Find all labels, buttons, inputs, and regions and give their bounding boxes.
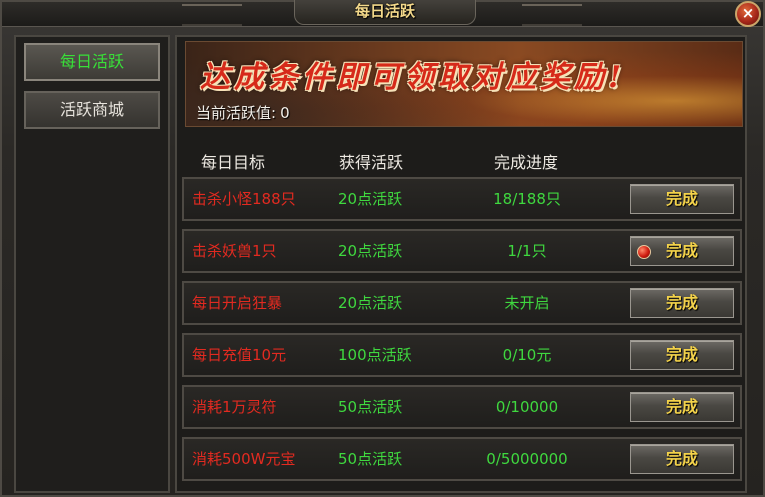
- task-row: 消耗500W元宝 50点活跃 0/5000000 完成: [182, 437, 742, 481]
- complete-button[interactable]: 完成: [630, 340, 734, 370]
- task-goal: 每日开启狂暴: [192, 294, 283, 312]
- tab-label: 活跃商城: [59, 100, 124, 119]
- daily-activity-window: 每日活跃 × 每日活跃 活跃商城 达成条件即可领取对应奖励! 当前活跃值: 0 每…: [0, 0, 765, 497]
- tab-daily-activity[interactable]: 每日活跃: [24, 43, 160, 81]
- task-goal: 击杀妖兽1只: [192, 242, 277, 260]
- task-reward: 50点活跃: [338, 398, 403, 416]
- header-reward: 获得活跃: [339, 153, 404, 172]
- reward-banner: 达成条件即可领取对应奖励! 当前活跃值: 0: [185, 41, 743, 127]
- complete-button-label: 完成: [665, 189, 698, 208]
- task-goal: 击杀小怪188只: [192, 190, 296, 208]
- current-activity: 当前活跃值: 0: [196, 102, 290, 123]
- task-reward: 100点活跃: [338, 346, 412, 364]
- tab-label: 每日活跃: [59, 52, 124, 71]
- task-progress: 未开启: [504, 294, 550, 312]
- close-button[interactable]: ×: [735, 1, 761, 27]
- task-reward: 20点活跃: [338, 190, 403, 208]
- title-plate: 每日活跃: [294, 0, 476, 25]
- complete-button-label: 完成: [665, 449, 698, 468]
- title-bar: 每日活跃: [2, 0, 763, 27]
- title-ornament-right: [522, 4, 582, 26]
- task-row: 每日开启狂暴 20点活跃 未开启 完成: [182, 281, 742, 325]
- complete-button-label: 完成: [665, 345, 698, 364]
- complete-button[interactable]: 完成: [630, 288, 734, 318]
- task-reward: 20点活跃: [338, 294, 403, 312]
- main-panel: 达成条件即可领取对应奖励! 当前活跃值: 0 每日目标 获得活跃 完成进度 击杀小…: [175, 35, 747, 493]
- task-goal: 消耗500W元宝: [192, 450, 296, 468]
- task-row: 击杀小怪188只 20点活跃 18/188只 完成: [182, 177, 742, 221]
- task-progress: 0/10000: [495, 398, 559, 416]
- complete-button[interactable]: 完成: [630, 392, 734, 422]
- task-goal: 消耗1万灵符: [192, 398, 277, 416]
- task-row: 击杀妖兽1只 20点活跃 1/1只 完成: [182, 229, 742, 273]
- close-icon: ×: [741, 4, 755, 22]
- current-activity-label: 当前活跃值:: [196, 104, 277, 122]
- complete-button[interactable]: 完成: [630, 184, 734, 214]
- task-row: 消耗1万灵符 50点活跃 0/10000 完成: [182, 385, 742, 429]
- complete-button-label: 完成: [665, 293, 698, 312]
- complete-button-label: 完成: [665, 397, 698, 416]
- complete-button-label: 完成: [665, 241, 698, 260]
- header-progress: 完成进度: [494, 153, 559, 172]
- task-row: 每日充值10元 100点活跃 0/10元 完成: [182, 333, 742, 377]
- task-progress: 0/5000000: [486, 450, 568, 468]
- header-goal: 每日目标: [201, 153, 266, 172]
- window-title: 每日活跃: [354, 2, 415, 20]
- task-progress: 18/188只: [493, 190, 561, 208]
- task-goal: 每日充值10元: [192, 346, 287, 364]
- banner-headline: 达成条件即可领取对应奖励!: [200, 60, 626, 95]
- notification-dot-icon: [637, 245, 651, 259]
- complete-button[interactable]: 完成: [630, 444, 734, 474]
- tab-activity-shop[interactable]: 活跃商城: [24, 91, 160, 129]
- complete-button[interactable]: 完成: [630, 236, 734, 266]
- task-reward: 50点活跃: [338, 450, 403, 468]
- title-ornament-left: [182, 4, 242, 26]
- task-progress: 0/10元: [502, 346, 552, 364]
- current-activity-value: 0: [280, 104, 290, 122]
- task-reward: 20点活跃: [338, 242, 403, 260]
- sidebar: 每日活跃 活跃商城: [14, 35, 170, 493]
- task-progress: 1/1只: [507, 242, 547, 260]
